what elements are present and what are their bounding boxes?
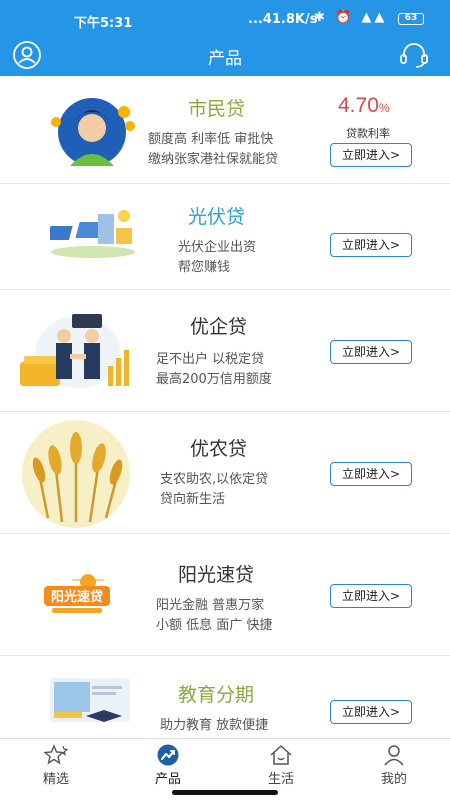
status-bar: 下午5:31 ...41.8K/s ✱ ⏰ ▲▲ 63 (0, 0, 450, 36)
product-item-jiaoyu[interactable]: 教育分期 助力教育 放款便捷 立即进入> (0, 656, 450, 738)
tab-jingxuan[interactable]: 精选 (0, 739, 112, 787)
loan-rate-unit: % (378, 101, 390, 115)
loan-rate: 4.70% (338, 94, 390, 118)
product-desc: 阳光金融 普惠万家 小额 低息 面广 快捷 (156, 596, 272, 636)
loan-rate-label: 贷款利率 (346, 127, 390, 140)
customer-service-icon[interactable] (398, 40, 430, 70)
product-desc-line: 足不出户 以税定贷 (156, 352, 265, 367)
enter-button[interactable]: 立即进入> (330, 340, 412, 364)
product-desc-line: 光伏企业出资 (178, 240, 257, 255)
product-desc-line: 支农助农,以依定贷 (160, 472, 269, 487)
product-name: 教育分期 (178, 684, 255, 706)
enter-button[interactable]: 立即进入> (330, 584, 412, 608)
business-handshake-illustration (20, 314, 129, 388)
battery-icon: 63 (398, 13, 424, 25)
product-desc: 助力教育 放款便捷 (160, 716, 268, 736)
product-desc-line: 贷向新生活 (160, 492, 226, 507)
status-time: 下午5:31 (74, 16, 133, 31)
product-item-yangguang[interactable]: 阳光速贷 阳光速贷 阳光金融 普惠万家 小额 低息 面广 快捷 立即进入> (0, 534, 450, 656)
product-item-younong[interactable]: 优农贷 支农助农,以依定贷 贷向新生活 立即进入> (0, 412, 450, 534)
education-illustration (50, 678, 130, 722)
home-indicator[interactable] (172, 790, 278, 795)
product-item-shimin[interactable]: 市民贷 额度高 利率低 审批快 缴纳张家港社保就能贷 4.70% 贷款利率 立即… (0, 76, 450, 184)
product-name: 阳光速贷 (178, 564, 255, 586)
network-speed: ...41.8K/s (248, 12, 318, 27)
tab-label: 精选 (42, 772, 69, 787)
enter-button[interactable]: 立即进入> (330, 233, 412, 257)
enter-button[interactable]: 立即进入> (330, 143, 412, 167)
loan-rate-value: 4.70 (338, 94, 379, 117)
tab-chanpin[interactable]: 产品 (112, 739, 224, 787)
product-icon (157, 744, 179, 766)
product-name: 光伏贷 (188, 206, 246, 228)
tab-label: 生活 (267, 772, 294, 787)
tab-shenghuo[interactable]: 生活 (225, 739, 337, 787)
house-icon (270, 745, 292, 765)
product-desc-line: 小额 低息 面广 快捷 (156, 618, 273, 633)
tab-label: 产品 (154, 772, 181, 787)
page-title: 产品 (208, 49, 242, 69)
product-name: 优农贷 (190, 438, 248, 460)
tab-wode[interactable]: 我的 (338, 739, 450, 787)
product-desc-line: 额度高 利率低 审批快 (148, 132, 274, 147)
status-icons: ✱ ⏰ ▲▲ (314, 10, 388, 25)
product-desc-line: 缴纳张家港社保就能贷 (148, 152, 279, 167)
solar-panel-illustration (50, 210, 135, 258)
product-name: 优企贷 (190, 316, 248, 338)
person-icon (384, 745, 404, 766)
product-desc-line: 最高200万信用额度 (156, 372, 272, 387)
product-list[interactable]: 市民贷 额度高 利率低 审批快 缴纳张家港社保就能贷 4.70% 贷款利率 立即… (0, 76, 450, 738)
product-desc: 支农助农,以依定贷 贷向新生活 (160, 470, 268, 510)
product-item-youqi[interactable]: 优企贷 足不出户 以税定贷 最高200万信用额度 立即进入> (0, 290, 450, 412)
enter-button[interactable]: 立即进入> (330, 462, 412, 486)
product-name: 市民贷 (188, 98, 246, 120)
product-desc: 光伏企业出资 帮您赚钱 (178, 238, 256, 278)
app-header: 产品 (0, 36, 450, 76)
yangguang-logo: 阳光速贷 (44, 574, 110, 613)
product-item-guangfu[interactable]: 光伏贷 光伏企业出资 帮您赚钱 立即进入> (0, 184, 450, 290)
wheat-illustration (22, 420, 130, 528)
product-desc-line: 阳光金融 普惠万家 (156, 598, 265, 613)
product-desc-line: 助力教育 放款便捷 (160, 718, 269, 733)
star-icon (44, 744, 68, 765)
enter-button[interactable]: 立即进入> (330, 700, 412, 724)
citizen-illustration (51, 98, 135, 166)
product-desc: 足不出户 以税定贷 最高200万信用额度 (156, 350, 272, 390)
product-desc-line: 帮您赚钱 (178, 260, 231, 275)
product-desc: 额度高 利率低 审批快 缴纳张家港社保就能贷 (148, 130, 278, 170)
bottom-tab-bar: 精选 产品 生活 我的 (0, 738, 450, 787)
tab-label: 我的 (380, 772, 407, 787)
logo-text: 阳光速贷 (51, 589, 103, 605)
